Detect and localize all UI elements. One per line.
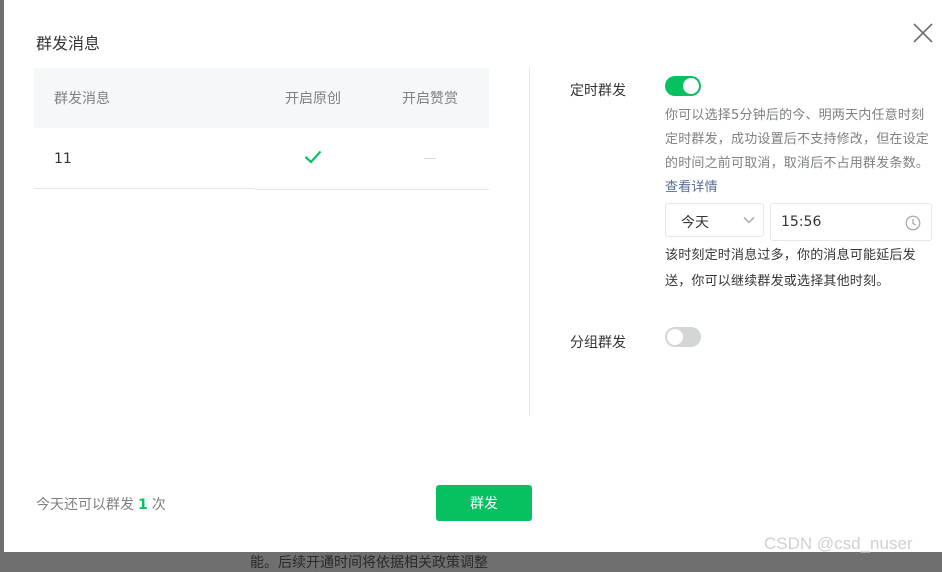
dash-icon (424, 158, 436, 159)
description-text: 你可以选择5分钟后的今、明两天内任意时刻定时群发，成功设置后不支持修改，但在设定… (665, 108, 930, 171)
toggle-knob (667, 329, 683, 345)
count-prefix: 今天还可以群发 (36, 497, 134, 513)
day-select[interactable]: 今天 (665, 203, 764, 237)
scheduled-send-toggle[interactable] (665, 76, 701, 96)
watermark: CSDN @csd_nuser (764, 534, 913, 553)
send-button[interactable]: 群发 (436, 485, 532, 521)
table-header: 群发消息 开启原创 开启赞赏 (34, 68, 489, 128)
check-icon (304, 150, 322, 164)
close-button[interactable] (910, 20, 936, 46)
count-value: 1 (138, 497, 148, 513)
column-divider (529, 68, 530, 416)
header-reward: 开启赞赏 (402, 91, 458, 107)
row-divider (34, 188, 255, 189)
row-message: 11 (54, 150, 72, 167)
scheduled-send-label: 定时群发 (570, 83, 626, 99)
chevron-down-icon (743, 217, 755, 224)
header-original: 开启原创 (285, 91, 341, 107)
schedule-warning: 该时刻定时消息过多，你的消息可能延后发送，你可以继续群发或选择其他时刻。 (665, 248, 916, 289)
mass-send-dialog: 群发消息 群发消息 开启原创 开启赞赏 11 定时群发 你可以选择5分钟后的今、… (4, 0, 942, 552)
toggle-knob (683, 78, 699, 94)
scheduled-description: 你可以选择5分钟后的今、明两天内任意时刻定时群发，成功设置后不支持修改，但在设定… (665, 104, 937, 200)
row-divider (255, 189, 489, 190)
time-input-value: 15:56 (781, 214, 822, 230)
count-suffix: 次 (151, 497, 166, 513)
header-message: 群发消息 (54, 91, 110, 107)
time-input[interactable]: 15:56 (770, 203, 932, 241)
group-send-toggle[interactable] (665, 327, 701, 347)
row-original (255, 150, 371, 168)
view-details-link[interactable]: 查看详情 (665, 180, 718, 195)
group-send-label: 分组群发 (570, 335, 626, 351)
remaining-count: 今天还可以群发 1 次 (36, 494, 166, 514)
day-select-value: 今天 (681, 215, 709, 231)
table-row: 11 (34, 128, 489, 190)
close-icon (913, 23, 933, 43)
dialog-title: 群发消息 (36, 34, 101, 53)
clock-icon (905, 215, 921, 231)
backdrop-text: 能。后续开通时间将依据相关政策调整 (250, 555, 488, 571)
row-reward (371, 151, 489, 167)
message-table: 群发消息 开启原创 开启赞赏 11 (34, 68, 489, 190)
